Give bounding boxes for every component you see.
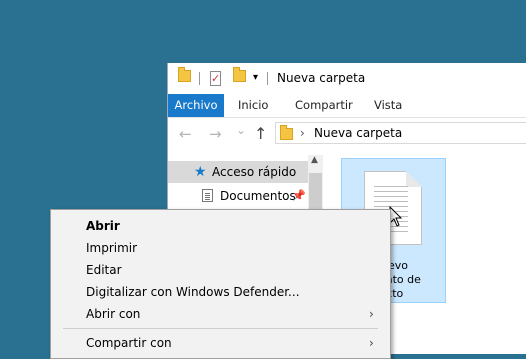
menu-item-editar[interactable]: Editar: [51, 259, 390, 281]
forward-arrow-icon[interactable]: →: [209, 125, 222, 143]
tab-compartir[interactable]: Compartir: [295, 94, 353, 117]
breadcrumb-chevron-icon[interactable]: ›: [300, 126, 305, 140]
star-icon: ★: [194, 164, 207, 180]
ribbon-tabs: Archivo Inicio Compartir Vista: [168, 94, 526, 118]
recent-locations-icon[interactable]: ⌄: [236, 123, 246, 137]
nav-item-label: Acceso rápido: [212, 165, 297, 179]
title-bar: ✓ ▾ Nueva carpeta: [168, 63, 526, 94]
window-title: Nueva carpeta: [277, 71, 366, 85]
title-divider: [267, 72, 268, 85]
submenu-chevron-icon: ›: [369, 307, 374, 321]
nav-item-label: Documentos: [220, 189, 296, 203]
customize-quick-access-icon[interactable]: ▾: [253, 72, 258, 83]
menu-item-compartir-con[interactable]: Compartir con ›: [51, 332, 390, 354]
scrollbar-thumb[interactable]: [309, 173, 322, 213]
up-arrow-icon[interactable]: ↑: [254, 124, 267, 143]
quick-access-divider: [199, 72, 200, 85]
menu-separator: [63, 328, 378, 329]
tab-archivo[interactable]: Archivo: [168, 94, 224, 117]
tab-inicio[interactable]: Inicio: [238, 94, 268, 117]
documents-icon: [202, 189, 213, 202]
new-folder-icon[interactable]: [233, 67, 246, 82]
address-folder-icon: [280, 125, 293, 140]
properties-check-icon[interactable]: ✓: [210, 71, 222, 86]
nav-item-documents[interactable]: Documentos 📌: [168, 185, 308, 207]
scroll-up-icon[interactable]: ▲: [311, 155, 318, 165]
menu-item-abrir-con[interactable]: Abrir con ›: [51, 303, 390, 325]
pin-icon[interactable]: 📌: [292, 185, 306, 207]
mouse-pointer-icon: [389, 206, 403, 227]
menu-item-digitalizar-defender[interactable]: Digitalizar con Windows Defender...: [51, 281, 390, 303]
menu-item-imprimir[interactable]: Imprimir: [51, 237, 390, 259]
back-arrow-icon[interactable]: ←: [179, 125, 192, 143]
context-menu: Abrir Imprimir Editar Digitalizar con Wi…: [50, 209, 391, 359]
menu-item-abrir[interactable]: Abrir: [51, 215, 390, 237]
submenu-chevron-icon: ›: [369, 336, 374, 350]
address-row: ← → ⌄ ↑ › Nueva carpeta: [168, 118, 526, 150]
address-bar[interactable]: › Nueva carpeta: [275, 122, 526, 144]
breadcrumb-path[interactable]: Nueva carpeta: [314, 126, 402, 140]
folder-icon[interactable]: [178, 67, 191, 82]
nav-item-quick-access[interactable]: ★ Acceso rápido: [168, 161, 308, 183]
tab-vista[interactable]: Vista: [374, 94, 402, 117]
